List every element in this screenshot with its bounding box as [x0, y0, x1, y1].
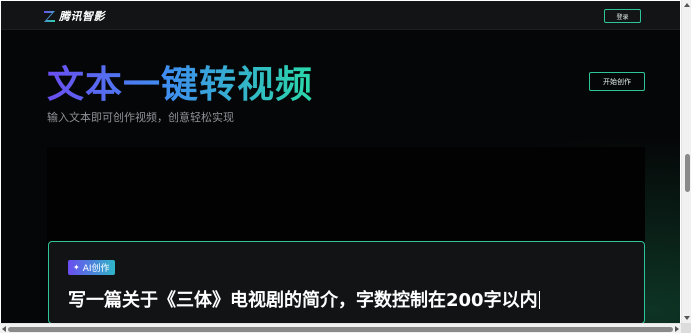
scroll-up-arrow-icon[interactable] — [684, 3, 690, 7]
page-viewport: 腾讯智影 登录 文本一键转视频 输入文本即可创作视频，创意轻松实现 开始创作 ✦… — [1, 1, 680, 323]
top-header: 腾讯智影 登录 — [1, 1, 680, 30]
vertical-scrollbar[interactable] — [681, 0, 691, 323]
scroll-left-arrow-icon[interactable] — [2, 326, 6, 332]
scroll-right-arrow-icon[interactable] — [675, 326, 679, 332]
scrollbar-corner — [681, 323, 691, 333]
prompt-text: 写一篇关于《三体》电视剧的简介，字数控制在200字以内 — [68, 290, 538, 311]
ai-create-label: AI创作 — [82, 264, 110, 274]
brand-name: 腾讯智影 — [59, 10, 105, 23]
horizontal-scroll-thumb[interactable] — [8, 327, 673, 332]
start-creating-button[interactable]: 开始创作 — [589, 72, 645, 91]
vertical-scroll-thumb[interactable] — [685, 154, 690, 192]
brand-logo[interactable]: 腾讯智影 — [43, 8, 105, 24]
ai-create-badge: ✦ AI创作 — [68, 260, 115, 275]
hero-title: 文本一键转视频 — [47, 61, 313, 109]
login-button[interactable]: 登录 — [604, 9, 641, 23]
preview-area — [47, 147, 645, 247]
hero-subtitle: 输入文本即可创作视频，创意轻松实现 — [47, 111, 234, 124]
prompt-card[interactable]: ✦ AI创作 写一篇关于《三体》电视剧的简介，字数控制在200字以内 — [48, 241, 645, 323]
brand-logo-icon — [44, 10, 55, 22]
text-caret — [538, 291, 540, 309]
scroll-down-arrow-icon[interactable] — [684, 316, 690, 320]
sparkle-icon: ✦ — [73, 262, 80, 272]
prompt-input[interactable]: 写一篇关于《三体》电视剧的简介，字数控制在200字以内 — [68, 286, 540, 312]
horizontal-scrollbar[interactable] — [0, 323, 681, 333]
